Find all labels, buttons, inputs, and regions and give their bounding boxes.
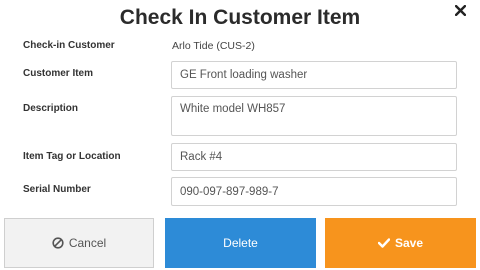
dialog-title: Check In Customer Item: [119, 6, 361, 29]
close-icon[interactable]: [450, 0, 470, 20]
checkin-customer-value: Arlo Tide (CUS-2): [172, 40, 255, 52]
customer-item-label: Customer Item: [23, 68, 94, 79]
cancel-label: Cancel: [68, 236, 107, 250]
check-in-dialog: Check In Customer Item Check-in Customer…: [0, 0, 480, 270]
cancel-button[interactable]: Cancel: [4, 218, 154, 268]
description-textarea[interactable]: White model WH857: [171, 96, 457, 136]
checkin-customer-label: Check-in Customer: [23, 40, 115, 51]
serial-number-label: Serial Number: [23, 184, 91, 195]
item-tag-input[interactable]: Rack #4: [171, 143, 457, 171]
save-button[interactable]: Save: [325, 218, 476, 268]
delete-button[interactable]: Delete: [165, 218, 316, 268]
serial-number-input[interactable]: 090-097-897-989-7: [171, 177, 457, 206]
description-label: Description: [23, 103, 79, 114]
save-label: Save: [394, 236, 424, 250]
customer-item-input[interactable]: GE Front loading washer: [171, 61, 457, 89]
delete-label: Delete: [223, 236, 258, 250]
action-buttons: Cancel Delete Save: [0, 218, 480, 270]
ban-icon: [52, 237, 64, 249]
item-tag-label: Item Tag or Location: [23, 151, 121, 162]
check-icon: [377, 238, 390, 248]
